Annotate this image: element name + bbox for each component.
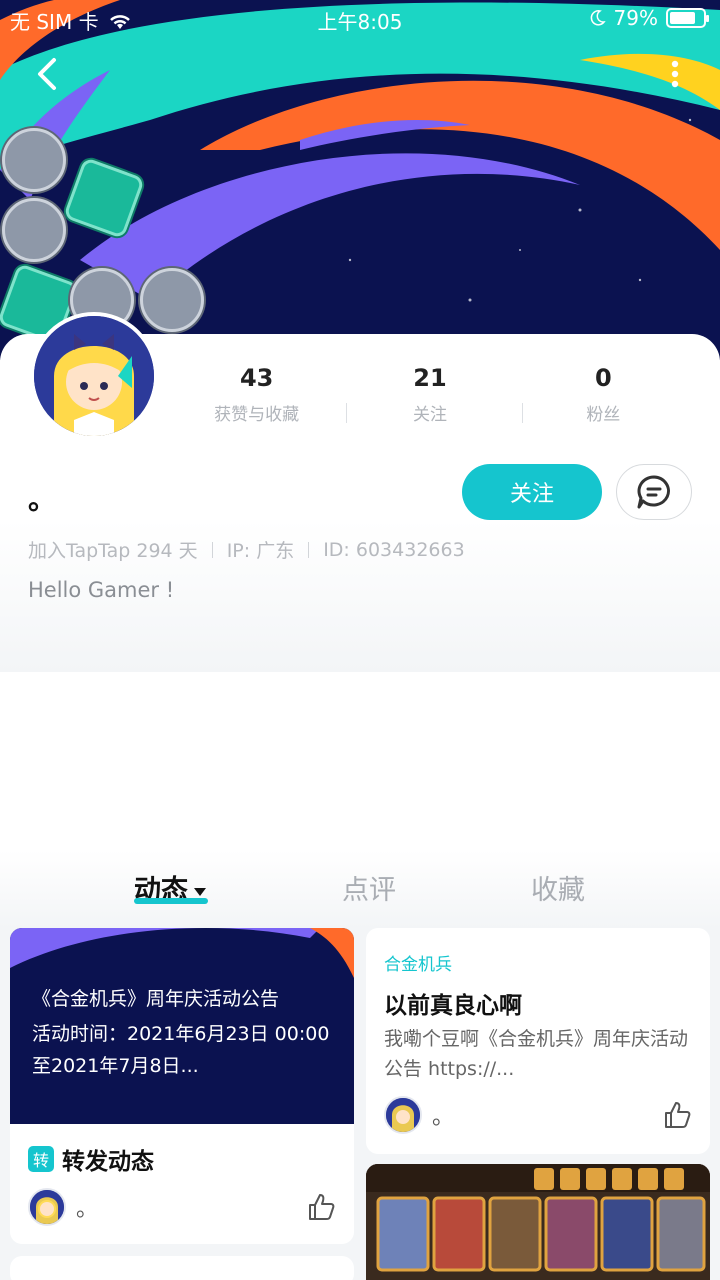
tab-reviews[interactable]: 点评 [342, 868, 396, 907]
feed-card-repost[interactable]: 《合金机兵》周年庆活动公告 活动时间：2021年6月23日 00:00 至202… [10, 928, 354, 1244]
cover-text: 活动时间：2021年6月23日 00:00 至2021年7月8日... [32, 1023, 330, 1077]
author-avatar [384, 1096, 422, 1134]
feed-card-image[interactable] [366, 1164, 710, 1280]
repost-row: 转 转发动态 [28, 1142, 154, 1176]
cover-title: 《合金机兵》周年庆活动公告 [32, 988, 280, 1010]
author-avatar-art [386, 1098, 420, 1132]
stat-divider [522, 403, 523, 423]
meta-divider [308, 541, 310, 558]
battery-fill [670, 12, 695, 24]
profile-banner: 无 SIM 卡 上午8:05 79% [0, 0, 720, 360]
battery-percent: 79% [613, 6, 658, 30]
game-screenshot [366, 1164, 710, 1280]
avatar[interactable] [30, 312, 158, 440]
status-bar: 无 SIM 卡 上午8:05 79% [0, 0, 720, 36]
repost-tag: 转 [28, 1146, 54, 1172]
post-excerpt: 我嘞个豆啊《合金机兵》周年庆活动公告 https://... [384, 1028, 689, 1080]
thumbs-up-icon[interactable] [662, 1100, 692, 1130]
stat-following-value: 21 [413, 364, 447, 392]
content-tabs: 动态 点评 收藏 [0, 850, 720, 928]
follow-button[interactable]: 关注 [462, 464, 602, 520]
achievement-badge[interactable] [2, 198, 66, 262]
stat-followers-label: 粉丝 [586, 405, 621, 425]
back-button[interactable] [30, 56, 66, 92]
feed-card-post[interactable]: 合金机兵 以前真良心啊 我嘞个豆啊《合金机兵》周年庆活动公告 https://.… [366, 928, 710, 1154]
author-avatar [28, 1188, 66, 1226]
profile-meta: 加入TapTap 294 天 IP: 广东 ID: 603432663 [28, 536, 465, 563]
caret-down-icon [194, 887, 206, 896]
repost-label: 转发动态 [62, 1149, 154, 1175]
user-id[interactable]: ID: 603432663 [323, 539, 464, 561]
post-title: 以前真良心啊 [384, 993, 522, 1019]
stat-divider [346, 403, 347, 423]
spacer [0, 672, 720, 850]
author-name: 。 [76, 1197, 99, 1222]
author-name: 。 [432, 1105, 455, 1130]
meta-divider [211, 541, 213, 558]
achievement-badge[interactable] [140, 268, 204, 332]
repost-cover: 《合金机兵》周年庆活动公告 活动时间：2021年6月23日 00:00 至202… [10, 928, 354, 1124]
stat-likes-label: 获赞与收藏 [214, 405, 300, 425]
message-button[interactable] [616, 464, 692, 520]
bio: Hello Gamer ! [28, 578, 175, 602]
author-avatar-art [30, 1190, 64, 1224]
card-author[interactable]: 。 [384, 1096, 454, 1134]
feed-card-next[interactable] [10, 1256, 354, 1280]
moon-icon [590, 10, 606, 26]
ip-location: IP: 广东 [226, 540, 295, 562]
profile-stats: 43 获赞与收藏 21 关注 0 粉丝 [170, 364, 690, 425]
stat-likes-value: 43 [239, 364, 274, 392]
card-author[interactable]: 。 [28, 1188, 98, 1226]
joined-days: 加入TapTap 294 天 [28, 540, 198, 562]
achievement-badge[interactable] [2, 128, 66, 192]
stat-following[interactable]: 21 关注 [343, 364, 516, 425]
battery-icon [666, 8, 709, 28]
chat-bubble-icon [637, 475, 670, 509]
stat-following-label: 关注 [412, 405, 447, 425]
stat-followers[interactable]: 0 粉丝 [517, 364, 690, 425]
username: 。 [28, 483, 57, 516]
thumbs-up-icon[interactable] [306, 1192, 336, 1222]
more-vertical-icon[interactable] [660, 56, 690, 92]
active-tab-indicator [134, 898, 208, 904]
stat-likes[interactable]: 43 获赞与收藏 [170, 364, 343, 425]
tab-favorites[interactable]: 收藏 [531, 868, 585, 907]
stat-followers-value: 0 [594, 364, 612, 392]
avatar-illustration [34, 316, 154, 436]
game-tag[interactable]: 合金机兵 [384, 950, 452, 975]
